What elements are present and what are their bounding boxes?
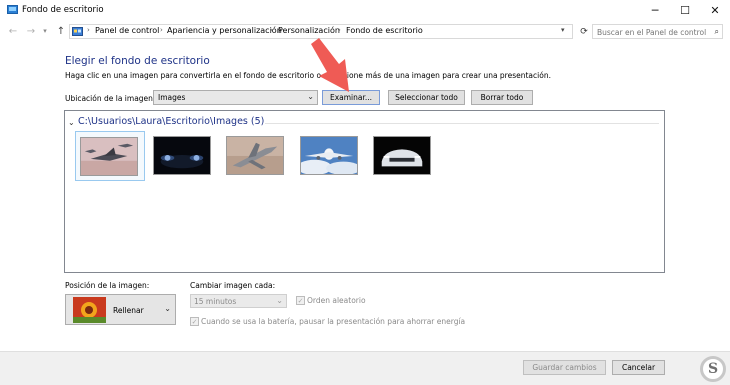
back-arrow-icon[interactable]: ← <box>6 23 20 39</box>
close-button[interactable]: ✕ <box>700 0 730 21</box>
location-label: Ubicación de la imagen: <box>65 94 156 103</box>
thumbnail-fighter-jet-sky[interactable] <box>222 131 292 181</box>
position-label: Posición de la imagen: <box>65 281 150 290</box>
breadcrumb-separator-icon: › <box>87 26 90 34</box>
group-divider <box>265 123 659 124</box>
battery-pause-checkbox[interactable]: ✓ <box>190 317 199 326</box>
address-dropdown-chevron-icon[interactable]: ▾ <box>561 26 565 34</box>
car-headlights-dark-image <box>153 136 211 175</box>
change-interval-label: Cambiar imagen cada: <box>190 281 276 290</box>
logo-letter: S <box>707 361 719 377</box>
window-title: Fondo de escritorio <box>22 5 104 15</box>
maximize-button[interactable]: ☐ <box>670 0 700 21</box>
interval-select[interactable]: 15 minutos ⌄ <box>190 294 287 308</box>
cancel-button[interactable]: Cancelar <box>612 360 665 375</box>
minimize-button[interactable]: ─ <box>640 0 670 21</box>
position-select[interactable]: Rellenar ⌄ <box>65 294 176 325</box>
airliner-clouds-image <box>300 136 358 175</box>
search-input[interactable] <box>597 27 709 37</box>
thumbnail-white-car-dark[interactable] <box>369 131 439 181</box>
folder-group-label[interactable]: C:\Usuarios\Laura\Escritorio\Images (5) <box>78 116 264 127</box>
collapse-chevron-icon[interactable]: ⌄ <box>68 118 75 127</box>
chevron-down-icon: ⌄ <box>164 304 171 313</box>
jets-formation-image <box>80 137 138 176</box>
breadcrumb-personalization[interactable]: Personalización <box>278 26 340 35</box>
shuffle-label: Orden aleatorio <box>307 296 366 305</box>
breadcrumb-separator-icon: › <box>270 26 273 34</box>
breadcrumb-control-panel[interactable]: Panel de control <box>95 26 159 35</box>
control-panel-icon <box>72 27 83 36</box>
select-all-button[interactable]: Seleccionar todo <box>388 90 465 105</box>
thumbnail-jets-formation[interactable] <box>75 131 145 181</box>
interval-value: 15 minutos <box>194 297 237 306</box>
red-pointer-arrow-icon <box>311 38 349 92</box>
solvetic-logo: S <box>700 356 726 382</box>
chevron-down-icon: ⌄ <box>276 296 283 305</box>
breadcrumb-separator-icon: › <box>338 26 341 34</box>
desktop-background-icon <box>7 5 18 14</box>
page-title: Elegir el fondo de escritorio <box>65 55 210 67</box>
battery-pause-label: Cuando se usa la batería, pausar la pres… <box>201 317 466 326</box>
recent-locations-chevron-icon[interactable]: ▾ <box>40 23 50 39</box>
position-value: Rellenar <box>113 306 144 315</box>
up-arrow-icon[interactable]: ↑ <box>54 23 68 39</box>
refresh-icon[interactable]: ⟳ <box>577 24 591 39</box>
title-bar <box>0 0 730 21</box>
breadcrumb-desktop-background[interactable]: Fondo de escritorio <box>346 26 423 35</box>
forward-arrow-icon[interactable]: → <box>24 23 38 39</box>
thumbnail-airliner-clouds[interactable] <box>296 131 366 181</box>
white-car-dark-image <box>373 136 431 175</box>
breadcrumb-separator-icon: › <box>160 26 163 34</box>
breadcrumb-appearance[interactable]: Apariencia y personalización <box>167 26 282 35</box>
location-value: Images <box>158 93 186 102</box>
clear-all-button[interactable]: Borrar todo <box>471 90 533 105</box>
fill-mode-preview-icon <box>73 297 106 323</box>
search-icon[interactable]: ⌕ <box>715 27 719 37</box>
shuffle-checkbox[interactable]: ✓ <box>296 296 305 305</box>
location-select[interactable]: Images ⌄ <box>153 90 318 105</box>
save-changes-button[interactable]: Guardar cambios <box>523 360 606 375</box>
search-box[interactable]: ⌕ <box>592 24 723 39</box>
fighter-jet-sky-image <box>226 136 284 175</box>
thumbnail-car-headlights-dark[interactable] <box>149 131 219 181</box>
